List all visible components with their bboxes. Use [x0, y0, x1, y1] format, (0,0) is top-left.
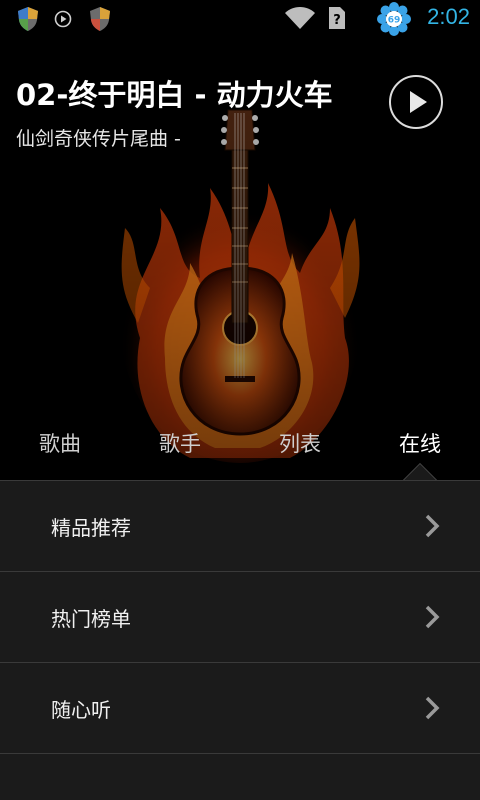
shield-icon [88, 6, 112, 36]
wifi-icon [284, 6, 316, 34]
list-item-featured[interactable]: 精品推荐 [0, 481, 480, 572]
song-title: 02-终于明白 - 动力火车 [16, 78, 333, 112]
tab-online[interactable]: 在线 [360, 428, 480, 458]
chevron-right-icon [424, 696, 440, 724]
chevron-right-icon [424, 605, 440, 633]
tab-artists[interactable]: 歌手 [120, 428, 240, 458]
tab-playlists[interactable]: 列表 [240, 428, 360, 458]
chevron-right-icon [424, 514, 440, 542]
list-item-label: 精品推荐 [51, 516, 131, 540]
song-subtitle: 仙剑奇侠传片尾曲 - [16, 128, 181, 150]
tab-songs[interactable]: 歌曲 [0, 428, 120, 458]
tab-bar: 歌曲 歌手 列表 在线 [0, 420, 480, 480]
status-bar: ? 69 2:02 [0, 0, 480, 38]
play-icon [54, 10, 72, 32]
now-playing-header: 02-终于明白 - 动力火车 仙剑奇侠传片尾曲 - 歌曲 歌手 列表 在线 [0, 38, 480, 480]
online-menu-list: 精品推荐 热门榜单 随心听 [0, 480, 480, 800]
list-item-random-listen[interactable]: 随心听 [0, 663, 480, 754]
active-tab-indicator [404, 464, 436, 480]
play-button[interactable] [389, 75, 443, 129]
sim-unknown-icon: ? [328, 6, 346, 34]
list-item-label: 随心听 [51, 698, 111, 722]
list-item-charts[interactable]: 热门榜单 [0, 572, 480, 663]
shield-icon [16, 6, 40, 36]
play-icon [410, 91, 427, 113]
list-item-label: 热门榜单 [51, 607, 131, 631]
svg-text:?: ? [333, 13, 341, 28]
status-clock: 2:02 [427, 4, 470, 29]
flower-badge-icon: 69 [376, 2, 412, 40]
notification-count: 69 [388, 16, 401, 26]
